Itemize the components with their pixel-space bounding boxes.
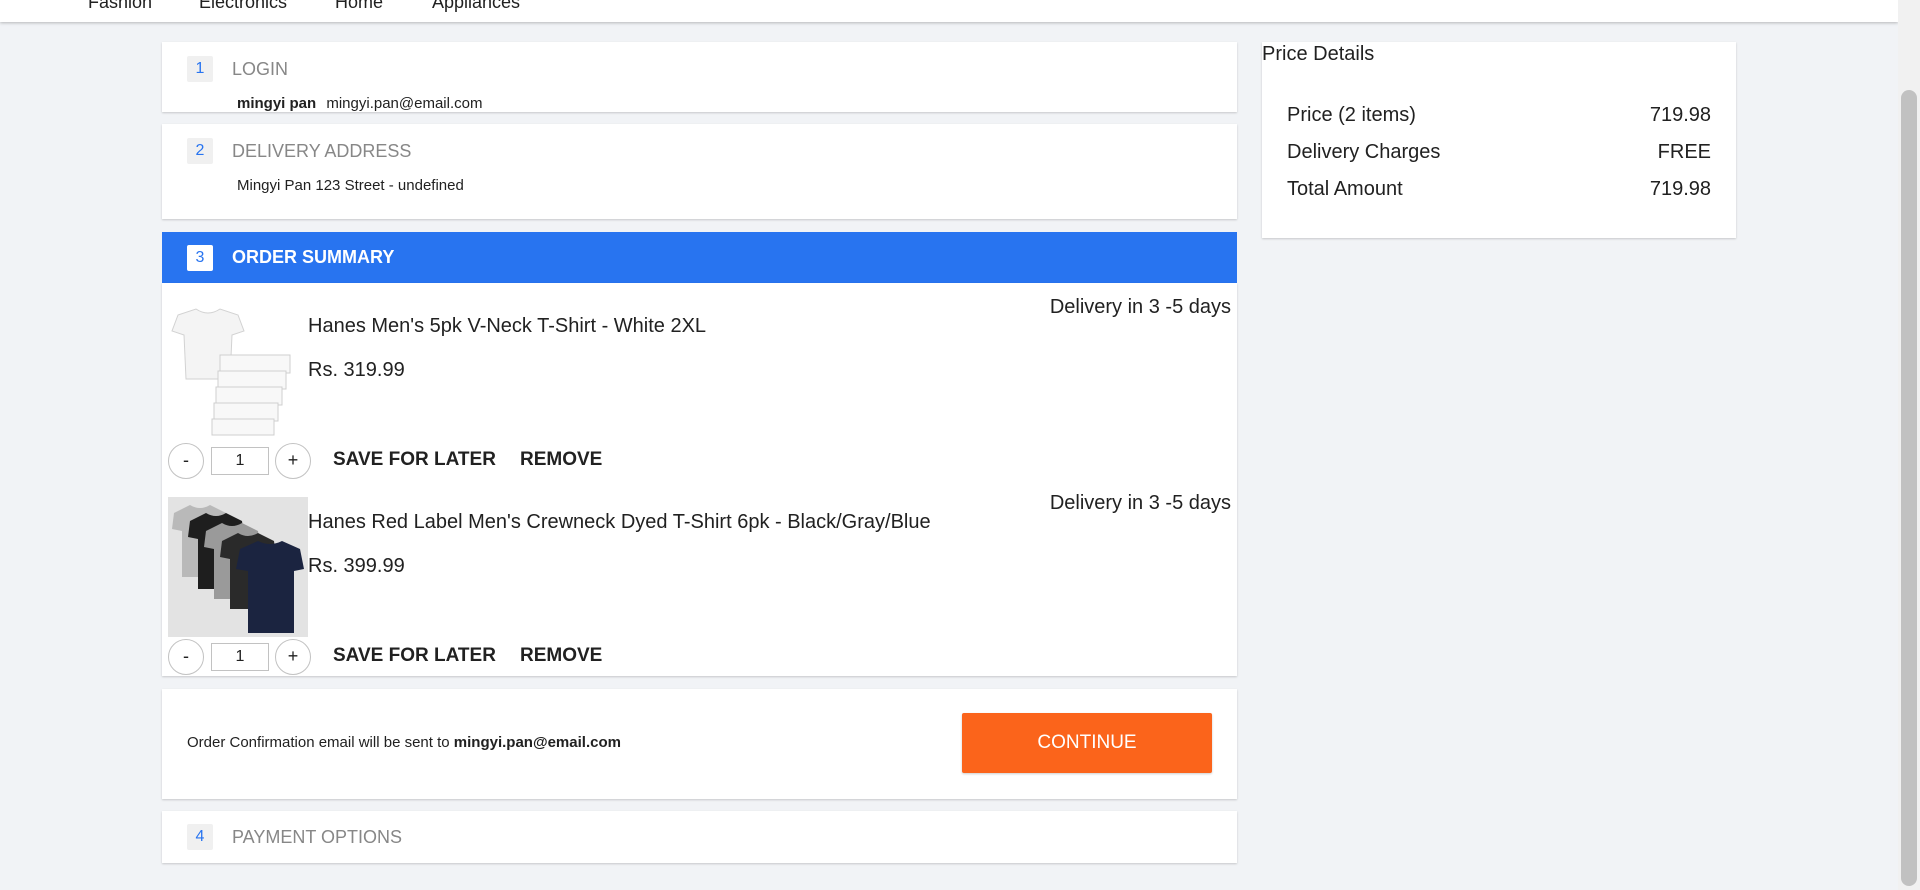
quantity-input[interactable]: 1: [211, 643, 269, 671]
nav-link-home[interactable]: Home: [335, 0, 383, 13]
item-price: Rs. 399.99: [308, 555, 405, 577]
top-navigation: Fashion Electronics Home Appliances: [0, 0, 1898, 22]
delivery-address: Mingyi Pan 123 Street - undefined: [237, 177, 464, 194]
total-amount-label: Total Amount: [1287, 178, 1403, 200]
step-number: 2: [187, 138, 213, 164]
step-title: PAYMENT OPTIONS: [232, 827, 403, 847]
price-details-title: Price Details: [1262, 43, 1375, 65]
step-title: ORDER SUMMARY: [232, 247, 395, 267]
delivery-estimate: Delivery in 3 -5 days: [1049, 492, 1231, 514]
user-email: mingyi.pan@email.com: [326, 95, 483, 112]
order-items-list: Hanes Men's 5pk V-Neck T-Shirt - White 2…: [162, 283, 1237, 676]
item-price: Rs. 319.99: [308, 359, 405, 381]
login-step: 1 LOGIN mingyi pan mingyi.pan@email.com: [162, 42, 1237, 112]
cart-item: Hanes Men's 5pk V-Neck T-Shirt - White 2…: [162, 283, 1237, 479]
vertical-scrollbar[interactable]: [1898, 0, 1920, 890]
item-name[interactable]: Hanes Men's 5pk V-Neck T-Shirt - White 2…: [308, 315, 706, 338]
nav-link-electronics[interactable]: Electronics: [199, 0, 287, 13]
step-title: LOGIN: [232, 59, 289, 79]
remove-button[interactable]: REMOVE: [520, 449, 602, 471]
delivery-charges-label: Delivery Charges: [1287, 141, 1441, 163]
nav-link-fashion[interactable]: Fashion: [88, 0, 152, 13]
delivery-address-step: 2 DELIVERY ADDRESS Mingyi Pan 123 Street…: [162, 124, 1237, 219]
delivery-charges-value: FREE: [1657, 141, 1711, 163]
decrease-quantity-button[interactable]: -: [168, 443, 204, 479]
confirmation-message: Order Confirmation email will be sent to…: [187, 734, 621, 751]
total-amount-value: 719.98: [1649, 178, 1711, 200]
order-summary-header: 3 ORDER SUMMARY: [162, 232, 1237, 283]
step-title: DELIVERY ADDRESS: [232, 141, 412, 161]
price-label: Price (2 items): [1287, 104, 1416, 126]
nav-link-appliances[interactable]: Appliances: [432, 0, 520, 13]
step-number: 1: [187, 56, 213, 82]
cart-item: Hanes Red Label Men's Crewneck Dyed T-Sh…: [162, 479, 1237, 675]
save-for-later-button[interactable]: SAVE FOR LATER: [333, 645, 496, 667]
increase-quantity-button[interactable]: +: [275, 639, 311, 675]
price-value: 719.98: [1649, 104, 1711, 126]
step-number: 3: [187, 245, 213, 271]
price-details-panel: Price Details Price (2 items) 719.98 Del…: [1262, 42, 1736, 238]
increase-quantity-button[interactable]: +: [275, 443, 311, 479]
payment-options-step[interactable]: 4 PAYMENT OPTIONS: [162, 811, 1237, 863]
scrollbar-thumb[interactable]: [1901, 90, 1917, 886]
white-tshirt-stack-image: [168, 301, 308, 441]
confirmation-text: Order Confirmation email will be sent to: [187, 734, 454, 751]
remove-button[interactable]: REMOVE: [520, 645, 602, 667]
save-for-later-button[interactable]: SAVE FOR LATER: [333, 449, 496, 471]
user-name: mingyi pan: [237, 95, 317, 112]
login-details: mingyi pan mingyi.pan@email.com: [237, 95, 482, 112]
step-number: 4: [187, 824, 213, 850]
continue-button[interactable]: CONTINUE: [962, 713, 1212, 773]
delivery-estimate: Delivery in 3 -5 days: [1049, 296, 1231, 318]
colored-tshirt-stack-image: [168, 497, 308, 637]
decrease-quantity-button[interactable]: -: [168, 639, 204, 675]
confirmation-email: mingyi.pan@email.com: [453, 734, 621, 751]
item-name[interactable]: Hanes Red Label Men's Crewneck Dyed T-Sh…: [308, 511, 931, 534]
quantity-input[interactable]: 1: [211, 447, 269, 475]
order-confirmation-panel: Order Confirmation email will be sent to…: [162, 689, 1237, 799]
